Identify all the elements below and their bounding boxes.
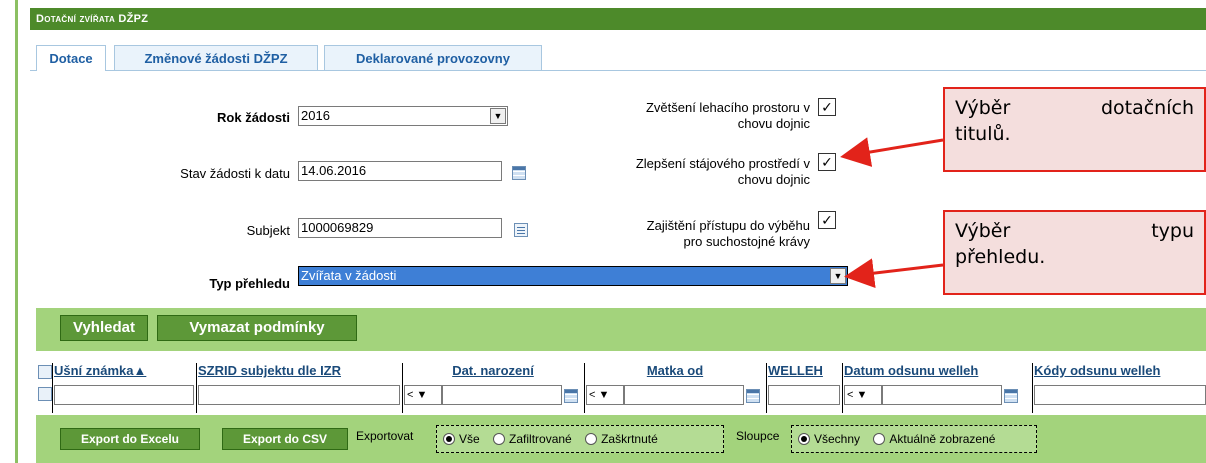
radio-aktualne-zobrazene[interactable]: Aktuálně zobrazené (873, 432, 995, 446)
filter-welleh[interactable] (768, 385, 840, 405)
columns-radio-group: Všechny Aktuálně zobrazené (791, 425, 1037, 453)
col-datum-odsunu[interactable]: Datum odsunu welleh (844, 363, 1030, 381)
filter-szrid[interactable] (198, 385, 400, 405)
col-welleh[interactable]: WELLEH (768, 363, 840, 381)
operator-matka-od[interactable]: < ▼ (586, 385, 624, 405)
grid-header: Ušní známka▲ SZRID subjektu dle IZR Dat.… (36, 363, 1206, 413)
operator-datum-odsunu[interactable]: < ▼ (844, 385, 882, 405)
col-szrid[interactable]: SZRID subjektu dle IZR (198, 363, 400, 381)
radio-vse[interactable]: Vše (443, 432, 480, 446)
col-usni-znamka[interactable]: Ušní známka▲ (54, 363, 194, 381)
calendar-icon[interactable] (1004, 389, 1018, 403)
export-excel-button[interactable]: Export do Excelu (60, 428, 200, 450)
export-radio-group: Vše Zafiltrované Zaškrtnuté (436, 425, 724, 453)
radio-selected-icon[interactable] (798, 433, 810, 445)
arrow-to-checkbox (840, 137, 944, 167)
col-separator (766, 363, 767, 413)
operator-dat-narozeni[interactable]: < ▼ (404, 385, 442, 405)
calendar-icon[interactable] (746, 389, 760, 403)
col-separator (842, 363, 843, 413)
col-matka-od[interactable]: Matka od (586, 363, 764, 381)
arrow-to-typ (844, 258, 944, 289)
radio-vsechny[interactable]: Všechny (798, 432, 860, 446)
filter-usni-znamka[interactable] (54, 385, 194, 405)
filter-kody-odsunu[interactable] (1034, 385, 1206, 405)
radio-zafiltrovane[interactable]: Zafiltrované (493, 432, 572, 446)
search-button[interactable]: Vyhledat (60, 315, 148, 341)
col-separator (584, 363, 585, 413)
export-bar: Export do Excelu Export do CSV Exportova… (36, 415, 1206, 463)
spacer (36, 351, 1206, 363)
col-separator (1032, 363, 1033, 413)
radio-zaskrtnute[interactable]: Zaškrtnuté (585, 432, 658, 446)
clear-conditions-button[interactable]: Vymazat podmínky (157, 315, 357, 341)
filter-datum-odsunu[interactable] (882, 385, 1002, 405)
radio-icon[interactable] (493, 433, 506, 445)
exportovat-label: Exportovat (356, 429, 414, 443)
col-separator (196, 363, 197, 413)
export-csv-button[interactable]: Export do CSV (222, 428, 348, 450)
copy-icon[interactable] (38, 387, 52, 401)
col-kody-odsunu[interactable]: Kódy odsunu welleh (1034, 363, 1206, 381)
radio-icon[interactable] (585, 433, 598, 445)
radio-selected-icon[interactable] (443, 433, 455, 445)
radio-icon[interactable] (873, 433, 886, 445)
calendar-icon[interactable] (564, 389, 578, 403)
col-dat-narozeni[interactable]: Dat. narození (404, 363, 582, 381)
col-separator (52, 363, 53, 413)
select-all-icon[interactable] (38, 365, 52, 379)
filter-matka-od[interactable] (624, 385, 744, 405)
col-separator (402, 363, 403, 413)
sloupce-label: Sloupce (736, 429, 780, 443)
filter-dat-narozeni[interactable] (442, 385, 562, 405)
